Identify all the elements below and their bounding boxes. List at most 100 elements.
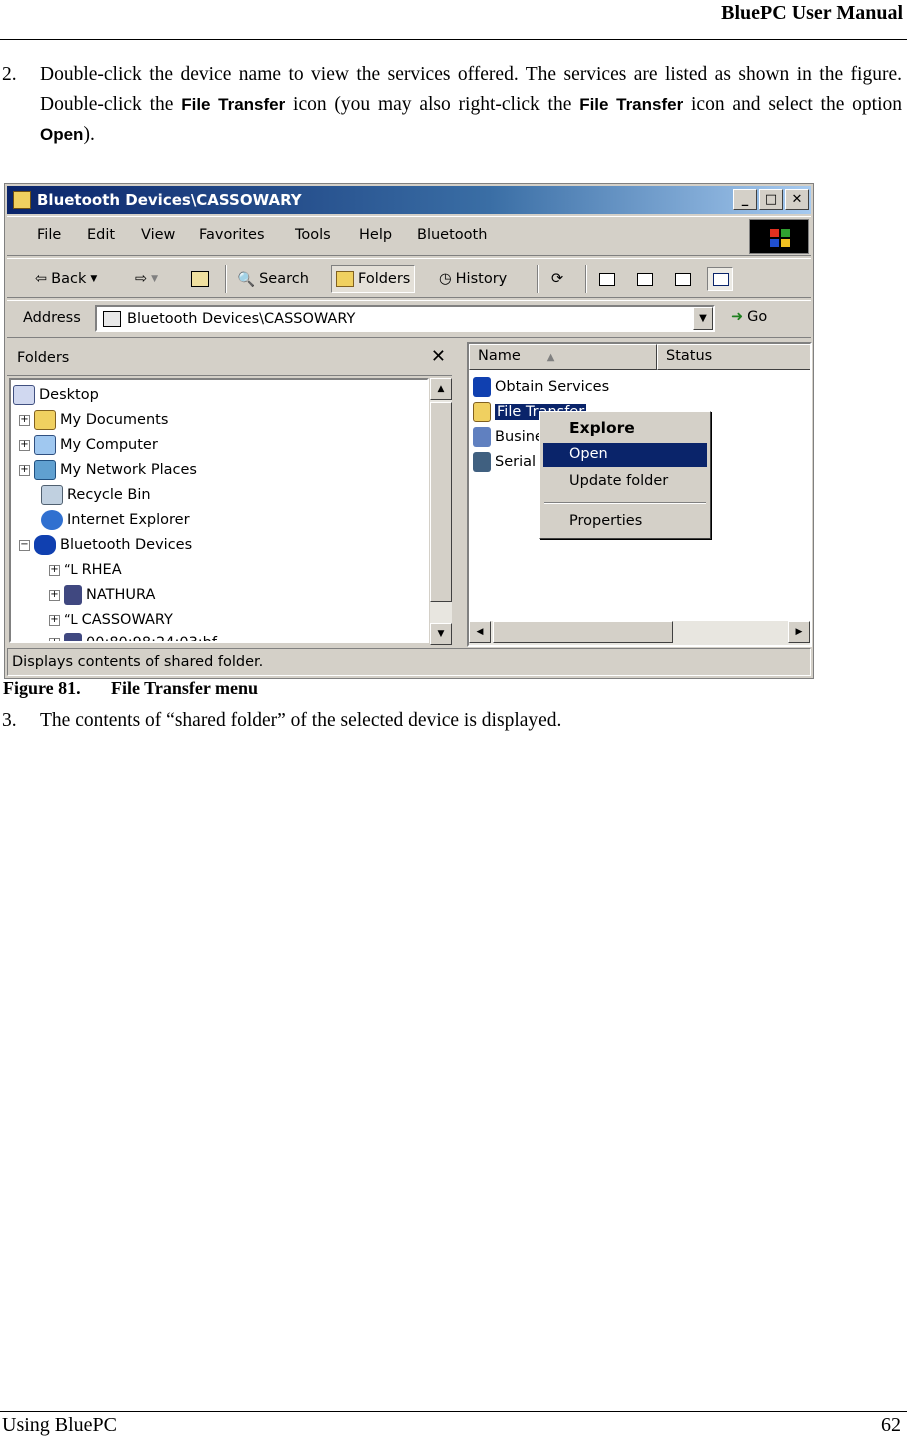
scroll-down-arrow-icon[interactable]: ▼ bbox=[430, 623, 452, 645]
network-places-icon bbox=[34, 460, 56, 480]
large-icons-icon bbox=[599, 273, 615, 286]
dropdown-arrow-icon: ▼ bbox=[90, 274, 98, 284]
forward-button[interactable]: ⇨ ▼ bbox=[131, 265, 162, 293]
details-view-button[interactable] bbox=[707, 267, 733, 291]
manual-title: BluePC User Manual bbox=[721, 2, 903, 24]
small-icons-icon bbox=[637, 273, 653, 286]
list-icon bbox=[675, 273, 691, 286]
sort-arrow-icon: ▲ bbox=[546, 352, 555, 363]
scroll-right-arrow-icon[interactable]: ▶ bbox=[788, 621, 810, 643]
tree-item-desktop[interactable]: Desktop bbox=[13, 384, 99, 406]
expand-plus-icon[interactable]: + bbox=[49, 614, 60, 626]
collapse-minus-icon[interactable]: − bbox=[19, 539, 30, 551]
tree-item-rhea[interactable]: + “L RHEA bbox=[49, 559, 122, 581]
step-text: The contents of “shared folder” of the s… bbox=[40, 710, 562, 731]
bluetooth-device-icon: “L bbox=[64, 612, 78, 628]
address-dropdown-button[interactable]: ▼ bbox=[693, 307, 713, 330]
list-horizontal-scrollbar[interactable]: ◀ ▶ bbox=[469, 621, 810, 645]
details-icon bbox=[713, 273, 729, 286]
file-transfer-icon bbox=[473, 402, 491, 422]
maximize-button[interactable]: □ bbox=[759, 189, 783, 210]
folders-pane-close-button[interactable]: ✕ bbox=[431, 346, 446, 367]
menu-favorites[interactable]: Favorites bbox=[199, 227, 265, 243]
context-menu-update-folder[interactable]: Update folder bbox=[543, 470, 707, 494]
close-button[interactable]: ✕ bbox=[785, 189, 809, 210]
history-button[interactable]: ◷ History bbox=[435, 265, 511, 293]
small-icons-view-button[interactable] bbox=[631, 267, 657, 291]
menu-bluetooth[interactable]: Bluetooth bbox=[417, 227, 487, 243]
status-text: Displays contents of shared folder. bbox=[12, 654, 264, 670]
windows-logo-icon bbox=[749, 219, 809, 254]
list-item-obtain-services[interactable]: Obtain Services bbox=[473, 376, 609, 398]
recycle-bin-icon bbox=[41, 485, 63, 505]
scrollbar-thumb[interactable] bbox=[430, 402, 452, 602]
tree-item-my-computer[interactable]: + My Computer bbox=[19, 434, 158, 456]
bluetooth-device-icon bbox=[103, 311, 121, 327]
up-folder-icon bbox=[191, 271, 209, 287]
desktop-icon bbox=[13, 385, 35, 405]
refresh-icon: ⟳ bbox=[551, 271, 564, 287]
expand-plus-icon[interactable]: + bbox=[49, 589, 60, 601]
folders-vertical-scrollbar[interactable]: ▲ ▼ bbox=[430, 378, 452, 645]
go-button[interactable]: ➜ Go bbox=[731, 309, 767, 325]
tree-item-recycle-bin[interactable]: Recycle Bin bbox=[41, 484, 151, 506]
figure-caption: Figure 81. File Transfer menu bbox=[3, 678, 258, 699]
up-folder-button[interactable] bbox=[187, 265, 213, 293]
column-header-name[interactable]: Name ▲ bbox=[469, 344, 657, 370]
folders-pane: Folders ✕ Desktop + My Documents + My Comp… bbox=[7, 342, 452, 647]
scroll-up-arrow-icon[interactable]: ▲ bbox=[430, 378, 452, 400]
back-arrow-icon: ⇦ bbox=[35, 271, 48, 287]
menu-tools[interactable]: Tools bbox=[295, 227, 331, 243]
expand-plus-icon[interactable]: + bbox=[19, 414, 30, 426]
footer-section: Using BluePC bbox=[2, 1414, 118, 1436]
address-bar: Address Bluetooth Devices\CASSOWARY ▼ ➜ G… bbox=[7, 300, 811, 338]
bluetooth-icon bbox=[34, 535, 56, 555]
menu-view[interactable]: View bbox=[141, 227, 175, 243]
minimize-button[interactable]: _ bbox=[733, 189, 757, 210]
folder-search-icon bbox=[13, 191, 31, 209]
dropdown-arrow-icon: ▼ bbox=[151, 274, 159, 284]
menu-help[interactable]: Help bbox=[359, 227, 392, 243]
scrollbar-thumb[interactable] bbox=[493, 621, 673, 643]
expand-plus-icon[interactable]: + bbox=[49, 564, 60, 576]
back-button[interactable]: ⇦ Back ▼ bbox=[31, 265, 101, 293]
context-menu-explore[interactable]: Explore bbox=[543, 416, 707, 440]
address-value: Bluetooth Devices\CASSOWARY bbox=[127, 311, 356, 327]
serial-port-icon bbox=[473, 452, 491, 472]
term-file-transfer: File Transfer bbox=[181, 95, 286, 114]
address-input[interactable]: Bluetooth Devices\CASSOWARY ▼ bbox=[95, 305, 715, 332]
explorer-window-screenshot: Bluetooth Devices\CASSOWARY _ □ ✕ File E… bbox=[4, 183, 814, 679]
computer-device-icon bbox=[64, 585, 82, 605]
large-icons-view-button[interactable] bbox=[593, 267, 619, 291]
list-view-button[interactable] bbox=[669, 267, 695, 291]
my-documents-icon bbox=[34, 410, 56, 430]
search-icon: 🔍 bbox=[237, 271, 256, 288]
step-text: Double-click the device name to view the… bbox=[40, 64, 902, 145]
forward-arrow-icon: ⇨ bbox=[135, 271, 148, 287]
expand-plus-icon[interactable]: + bbox=[19, 439, 30, 451]
column-header-status[interactable]: Status bbox=[657, 344, 810, 370]
expand-plus-icon[interactable]: + bbox=[49, 637, 60, 641]
menu-file[interactable]: File bbox=[37, 227, 61, 243]
folder-tree: Desktop + My Documents + My Computer + My N… bbox=[9, 378, 429, 643]
tree-item-nathura[interactable]: + NATHURA bbox=[49, 584, 155, 606]
tree-item-bluetooth-devices[interactable]: − Bluetooth Devices bbox=[19, 534, 192, 556]
tree-item-my-documents[interactable]: + My Documents bbox=[19, 409, 168, 431]
scroll-left-arrow-icon[interactable]: ◀ bbox=[469, 621, 491, 643]
title-bar: Bluetooth Devices\CASSOWARY _ □ ✕ bbox=[7, 186, 811, 214]
tree-item-device-address[interactable]: +00:80:98:24:03:bf bbox=[49, 632, 217, 641]
search-button[interactable]: 🔍 Search bbox=[233, 265, 313, 293]
menu-edit[interactable]: Edit bbox=[87, 227, 115, 243]
expand-plus-icon[interactable]: + bbox=[19, 464, 30, 476]
tree-item-cassowary[interactable]: + “L CASSOWARY bbox=[49, 609, 173, 631]
tree-item-my-network-places[interactable]: + My Network Places bbox=[19, 459, 197, 481]
status-bar: Displays contents of shared folder. bbox=[7, 648, 811, 676]
context-menu-properties[interactable]: Properties bbox=[543, 510, 707, 534]
refresh-button[interactable]: ⟳ bbox=[547, 265, 567, 293]
figure-label: Figure 81. bbox=[3, 678, 81, 698]
tree-item-internet-explorer[interactable]: Internet Explorer bbox=[41, 509, 190, 531]
context-menu-open[interactable]: Open bbox=[543, 443, 707, 467]
folders-button[interactable]: Folders bbox=[331, 265, 416, 293]
folders-pane-header: Folders ✕ bbox=[7, 342, 452, 376]
window-title: Bluetooth Devices\CASSOWARY bbox=[37, 191, 302, 209]
